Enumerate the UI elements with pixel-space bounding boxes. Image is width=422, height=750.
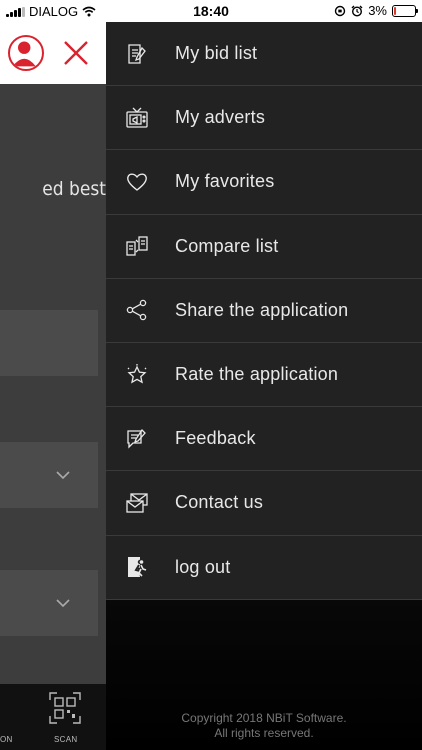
battery-percent: 3% — [368, 3, 387, 18]
menu-item-rate-the-application[interactable]: Rate the application — [106, 342, 422, 408]
battery-icon — [392, 4, 418, 17]
side-menu: My bid list My adverts My favorites Comp… — [106, 22, 422, 750]
background-field-1 — [0, 310, 98, 376]
copyright-line: Copyright 2018 NBiT Software. — [181, 711, 347, 725]
menu-item-my-adverts[interactable]: My adverts — [106, 86, 422, 151]
background-partial-text: ed best — [42, 178, 106, 200]
qr-scan-icon — [49, 692, 81, 724]
menu-item-label: Contact us — [175, 492, 264, 513]
menu-item-label: Compare list — [175, 235, 279, 256]
background-dropdown-1 — [0, 442, 98, 508]
app-screen: DIALOG 18:40 3% ed best ON SCAN My bid l… — [0, 0, 422, 750]
envelope-icon — [125, 491, 149, 515]
menu-item-contact-us[interactable]: Contact us — [106, 471, 422, 536]
copyright-footer: Copyright 2018 NBiT Software. All rights… — [106, 711, 422, 741]
menu-item-feedback[interactable]: Feedback — [106, 407, 422, 472]
menu-item-label: log out — [175, 556, 231, 577]
bid-list-icon — [125, 42, 149, 66]
rights-line: All rights reserved. — [214, 726, 314, 740]
menu-item-my-favorites[interactable]: My favorites — [106, 150, 422, 215]
menu-item-label: My favorites — [175, 171, 275, 192]
menu-item-label: Share the application — [175, 299, 349, 320]
tab-scan-label[interactable]: SCAN — [54, 735, 77, 744]
chevron-down-icon — [56, 471, 70, 480]
menu-item-compare-list[interactable]: Compare list — [106, 214, 422, 279]
background-tab-bar: ON SCAN — [0, 684, 106, 750]
alarm-icon — [351, 5, 363, 17]
user-avatar-icon[interactable] — [8, 35, 44, 71]
menu-item-label: My bid list — [175, 43, 258, 64]
background-header — [0, 22, 106, 84]
menu-item-label: My adverts — [175, 107, 266, 128]
status-bar: DIALOG 18:40 3% — [0, 0, 422, 22]
menu-item-log-out[interactable]: log out — [106, 535, 422, 600]
heart-icon — [125, 170, 149, 194]
star-icon — [125, 363, 149, 387]
status-right: 3% — [334, 3, 418, 18]
rotation-lock-icon — [335, 5, 346, 16]
tv-advert-icon — [125, 106, 149, 130]
feedback-icon — [125, 427, 149, 451]
background-body: ed best — [0, 84, 106, 684]
logout-icon — [125, 555, 149, 579]
chevron-down-icon — [56, 599, 70, 608]
menu-item-my-bid-list[interactable]: My bid list — [106, 22, 422, 87]
menu-list: My bid list My adverts My favorites Comp… — [106, 22, 422, 600]
close-icon[interactable] — [62, 39, 90, 67]
compare-icon — [125, 234, 149, 258]
tab-partial-label: ON — [0, 735, 13, 744]
background-dropdown-2 — [0, 570, 98, 636]
menu-item-share-the-application[interactable]: Share the application — [106, 278, 422, 343]
menu-item-label: Feedback — [175, 428, 256, 449]
menu-item-label: Rate the application — [175, 364, 339, 385]
background-screen: ed best ON SCAN — [0, 22, 106, 750]
battery-level — [394, 6, 396, 15]
share-icon — [125, 298, 149, 322]
